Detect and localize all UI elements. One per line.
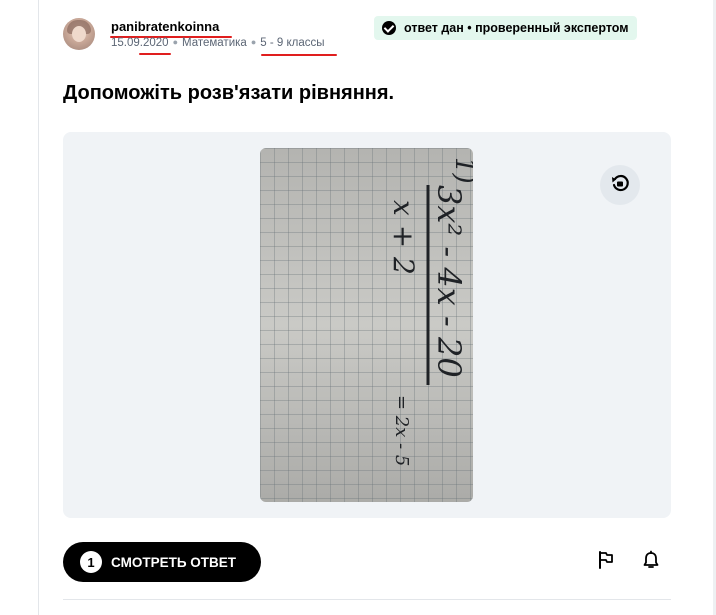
author-username[interactable]: panibratenkoinna	[111, 19, 219, 34]
handwriting-right-side: = 2x - 5	[391, 395, 412, 466]
handwritten-equation: 1) 3x² - 4x - 20 x + 2 = 2x - 5	[387, 157, 473, 466]
rotate-icon	[610, 173, 630, 198]
bell-icon	[641, 550, 661, 575]
subject-link[interactable]: Математика	[182, 37, 247, 49]
handwriting-item-number: 1)	[449, 157, 473, 184]
handwriting-numerator: 3x² - 4x - 20	[430, 185, 468, 378]
view-answer-button[interactable]: 1 СМОТРЕТЬ ОТВЕТ	[63, 542, 261, 582]
content-frame-left-border	[38, 0, 39, 615]
badge-text: ответ дан • проверенный экспертом	[404, 21, 629, 35]
report-button[interactable]	[594, 550, 618, 574]
answers-count-badge: 1	[80, 551, 102, 573]
flag-icon	[596, 550, 616, 575]
view-answer-label: СМОТРЕТЬ ОТВЕТ	[111, 554, 237, 570]
avatar[interactable]	[63, 18, 95, 50]
attachment-photo[interactable]: 1) 3x² - 4x - 20 x + 2 = 2x - 5	[260, 148, 473, 502]
follow-button[interactable]	[639, 550, 663, 574]
bottom-divider	[63, 599, 671, 600]
question-header: panibratenkoinna 15.09.2020 ● Математика ● 5…	[63, 16, 671, 56]
handwriting-denominator: x + 2	[387, 200, 420, 275]
meta-separator-dot: ●	[172, 37, 178, 47]
meta-separator-dot: ●	[250, 37, 257, 47]
red-underline-grade	[261, 54, 337, 56]
question-date: 15.09.2020	[111, 37, 169, 49]
question-meta: 15.09.2020 ● Математика ● 5 - 9 классы	[111, 37, 325, 49]
rotate-image-button[interactable]	[600, 165, 640, 205]
verified-answer-badge: ответ дан • проверенный экспертом	[374, 16, 637, 40]
red-underline-date	[139, 53, 171, 55]
attachment-area: 1) 3x² - 4x - 20 x + 2 = 2x - 5	[63, 132, 671, 518]
avatar-face	[72, 26, 86, 42]
verified-check-icon	[382, 21, 396, 35]
question-title: Допоможіть розв'язати рівняння.	[63, 82, 395, 104]
grade-link[interactable]: 5 - 9 классы	[260, 37, 324, 49]
